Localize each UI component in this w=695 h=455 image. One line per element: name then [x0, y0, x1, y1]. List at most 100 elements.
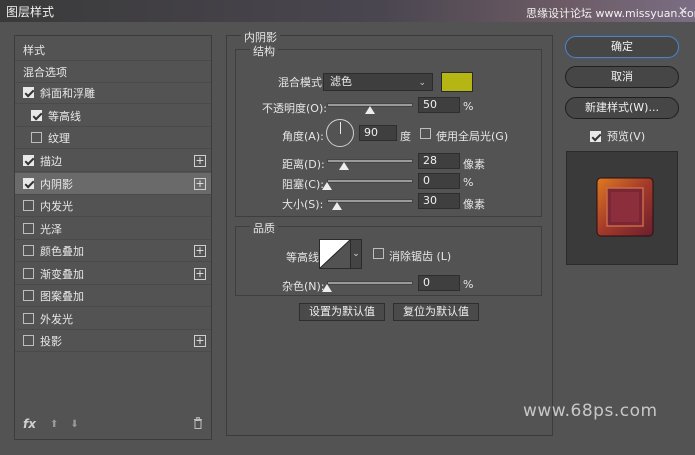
sidebar-item-checkbox[interactable]	[23, 200, 34, 211]
new-style-button[interactable]: 新建样式(W)...	[565, 97, 679, 119]
noise-unit: %	[463, 278, 474, 291]
shadow-color-swatch[interactable]	[441, 72, 473, 92]
sidebar-item-checkbox[interactable]	[31, 132, 42, 143]
sidebar-item-checkbox[interactable]	[23, 268, 34, 279]
sidebar-item-label: 内阴影	[40, 177, 73, 191]
blend-mode-select[interactable]: 滤色 ⌄	[323, 73, 433, 91]
preview-checkbox[interactable]	[590, 130, 601, 142]
global-light-label: 使用全局光(G)	[436, 130, 509, 143]
trash-icon[interactable]	[193, 417, 203, 429]
fx-menu-button[interactable]: fx	[23, 417, 36, 431]
contour-dropdown[interactable]: ⌄	[350, 239, 362, 269]
distance-slider-thumb[interactable]	[339, 162, 350, 170]
watermark-top: 思缘设计论坛 www.missyuan.com	[526, 7, 695, 20]
sidebar-item-checkbox[interactable]	[23, 223, 34, 234]
sidebar-item[interactable]: 投影 +	[15, 330, 211, 352]
sidebar-item[interactable]: 描边 +	[15, 150, 211, 172]
size-input[interactable]: 30	[418, 193, 460, 209]
noise-label: 杂色(N):	[282, 280, 325, 293]
sidebar-item-checkbox[interactable]	[23, 313, 34, 324]
sidebar-item[interactable]: 斜面和浮雕	[15, 82, 211, 104]
blend-mode-value: 滤色	[330, 75, 352, 88]
angle-unit: 度	[400, 130, 411, 143]
reset-default-button[interactable]: 复位为默认值	[393, 303, 479, 321]
preview-label: 预览(V)	[607, 130, 646, 143]
sidebar-item-checkbox[interactable]	[23, 178, 34, 189]
sidebar-item-label: 投影	[40, 334, 62, 348]
contour-curve-icon	[319, 239, 351, 269]
choke-slider-thumb[interactable]	[322, 182, 332, 190]
sidebar-item-checkbox[interactable]	[23, 245, 34, 256]
structure-legend: 结构	[250, 43, 278, 59]
size-slider-thumb[interactable]	[332, 202, 343, 210]
sidebar-item-checkbox[interactable]	[23, 87, 34, 98]
sidebar-item-label: 描边	[40, 154, 62, 168]
cancel-button[interactable]: 取消	[565, 66, 679, 88]
antialias-checkbox[interactable]	[373, 248, 384, 259]
sidebar-item-label: 颜色叠加	[40, 244, 84, 258]
window-title: 图层样式	[6, 4, 55, 19]
style-list-footer: fx ⬆ ⬇	[15, 409, 211, 439]
add-effect-icon[interactable]: +	[194, 335, 206, 347]
opacity-input[interactable]: 50	[418, 97, 460, 113]
quality-legend: 品质	[250, 220, 278, 236]
sidebar-item[interactable]: 内阴影 +	[15, 173, 211, 195]
sidebar-item-label: 斜面和浮雕	[40, 86, 95, 100]
sidebar-item-label: 内发光	[40, 199, 73, 213]
contour-preview[interactable]	[319, 239, 351, 269]
sidebar-item-checkbox[interactable]	[23, 335, 34, 346]
close-icon[interactable]: ✕	[671, 0, 695, 22]
title-bar: 图层样式 思缘设计论坛 www.missyuan.com ✕	[0, 0, 695, 22]
angle-input[interactable]: 90	[359, 125, 397, 141]
opacity-slider-thumb[interactable]	[365, 106, 375, 114]
sidebar-item-label: 渐变叠加	[40, 267, 84, 281]
add-effect-icon[interactable]: +	[194, 178, 206, 190]
set-default-button[interactable]: 设置为默认值	[299, 303, 385, 321]
opacity-unit: %	[463, 100, 474, 113]
inner-shadow-panel: 内阴影 结构 混合模式： 滤色 ⌄ 不透明度(O): 50 % 角度(A): 9…	[226, 29, 553, 436]
sidebar-item-checkbox[interactable]	[23, 290, 34, 301]
move-up-icon[interactable]: ⬆	[50, 419, 58, 430]
add-effect-icon[interactable]: +	[194, 155, 206, 167]
chevron-down-icon: ⌄	[352, 249, 360, 259]
preview-toggle[interactable]: 预览(V)	[590, 128, 645, 144]
sidebar-item[interactable]: 等高线	[15, 105, 211, 127]
choke-unit: %	[463, 176, 474, 189]
add-effect-icon[interactable]: +	[194, 245, 206, 257]
style-preview	[566, 151, 678, 265]
sidebar-item-label: 样式	[23, 43, 45, 57]
sidebar-item[interactable]: 图案叠加	[15, 285, 211, 307]
contour-label: 等高线:	[286, 251, 323, 264]
sidebar-item[interactable]: 颜色叠加 +	[15, 240, 211, 262]
angle-dial[interactable]	[326, 119, 354, 147]
add-effect-icon[interactable]: +	[194, 268, 206, 280]
sidebar-item-checkbox[interactable]	[31, 110, 42, 121]
quality-group: 品质 等高线: ⌄ 消除锯齿 (L) 杂色(N): 0 %	[235, 220, 542, 296]
opacity-label: 不透明度(O):	[262, 102, 327, 115]
global-light-checkbox[interactable]	[420, 128, 431, 139]
move-down-icon[interactable]: ⬇	[70, 419, 78, 430]
noise-slider-track[interactable]	[327, 281, 413, 285]
size-unit: 像素	[463, 198, 485, 211]
noise-slider-thumb[interactable]	[322, 284, 332, 292]
watermark-bottom: www.68ps.com	[523, 401, 658, 421]
sidebar-item[interactable]: 纹理	[15, 127, 211, 149]
sidebar-item[interactable]: 光泽	[15, 218, 211, 240]
choke-input[interactable]: 0	[418, 173, 460, 189]
choke-slider-track[interactable]	[327, 179, 413, 183]
style-list: 样式混合选项斜面和浮雕等高线 纹理描边 + 内阴影 + 内发光光泽颜色叠加 + 渐变叠加 + 图案…	[15, 36, 211, 409]
sidebar-item[interactable]: 混合选项	[15, 61, 211, 83]
sidebar-item[interactable]: 渐变叠加 +	[15, 263, 211, 285]
sidebar-item[interactable]: 内发光	[15, 195, 211, 217]
distance-label: 距离(D):	[282, 158, 325, 171]
angle-label: 角度(A):	[282, 130, 324, 143]
structure-group: 结构 混合模式： 滤色 ⌄ 不透明度(O): 50 % 角度(A): 90 度 …	[235, 43, 542, 217]
sidebar-item-checkbox[interactable]	[23, 155, 34, 166]
sidebar-item-label: 混合选项	[23, 65, 67, 79]
antialias-label: 消除锯齿 (L)	[389, 250, 452, 263]
ok-button[interactable]: 确定	[565, 36, 679, 58]
sidebar-item[interactable]: 外发光	[15, 308, 211, 330]
distance-input[interactable]: 28	[418, 153, 460, 169]
sidebar-item[interactable]: 样式	[15, 39, 211, 61]
noise-input[interactable]: 0	[418, 275, 460, 291]
